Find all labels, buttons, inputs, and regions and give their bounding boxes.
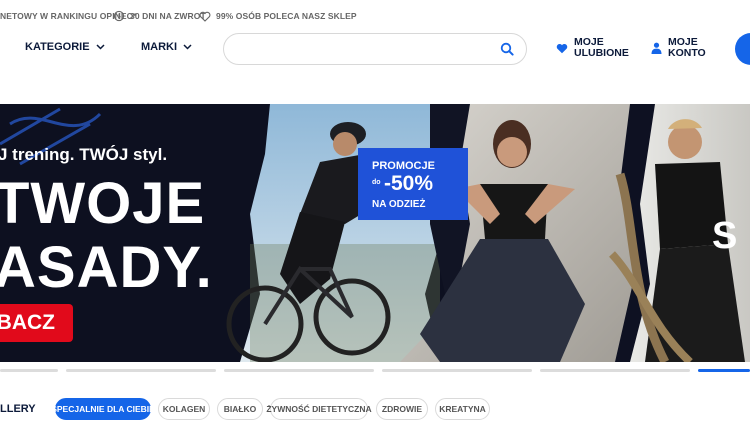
chip-specjalnie[interactable]: SPECJALNIE DLA CIEBIE — [51, 398, 155, 420]
chip-zywnosc[interactable]: ŻYWNOŚĆ DIETETYCZNA — [266, 398, 372, 420]
slider-dot-1[interactable] — [0, 369, 58, 372]
search-box — [223, 33, 527, 65]
banner-tagline: J trening. TWÓJ styl. — [0, 145, 168, 164]
promo-prefix: do — [372, 179, 381, 186]
heart-outline-icon — [199, 11, 211, 22]
chip-bialko[interactable]: BIAŁKO — [217, 398, 263, 420]
categories-label: KATEGORIE — [25, 41, 90, 53]
heart-icon — [556, 43, 568, 53]
search-icon[interactable] — [500, 42, 514, 56]
promo-badge: PROMOCJE do -50% NA ODZIEŻ — [358, 148, 468, 220]
slider-dot-5[interactable] — [540, 369, 690, 372]
recommend-info: 99% OSÓB POLECA NASZ SKLEP — [199, 11, 357, 22]
chevron-down-icon — [183, 44, 192, 50]
section-title: LLERY — [0, 403, 36, 415]
brands-label: MARKI — [141, 41, 178, 53]
bestsellers-section: LLERY SPECJALNIE DLA CIEBIE KOLAGEN BIAŁ… — [0, 398, 750, 422]
chip-kolagen[interactable]: KOLAGEN — [158, 398, 210, 420]
slider-dot-active[interactable] — [698, 369, 750, 372]
cta-label: BACZ — [0, 311, 55, 334]
account-link[interactable]: MOJE KONTO — [651, 37, 706, 59]
return-clock-icon — [113, 10, 125, 22]
banner-cta-button[interactable]: BACZ — [0, 304, 73, 342]
categories-menu[interactable]: KATEGORIE — [25, 41, 105, 53]
favorites-link[interactable]: MOJE ULUBIONE — [556, 37, 629, 59]
chip-kreatyna[interactable]: KREATYNA — [435, 398, 490, 420]
slider-dot-2[interactable] — [66, 369, 216, 372]
slider-dot-3[interactable] — [224, 369, 374, 372]
account-line2: KONTO — [668, 47, 706, 59]
top-info-strip: NETOWY W RANKINGU OPINEO* 30 DNI NA ZWRO… — [0, 0, 750, 32]
banner-right-partial: S — [712, 215, 738, 257]
returns-info: 30 DNI NA ZWROT — [113, 10, 206, 22]
brands-menu[interactable]: MARKI — [141, 41, 192, 53]
hero-banner[interactable]: J trening. TWÓJ styl. TWOJE ASADY. S PRO… — [0, 104, 750, 362]
main-header: KATEGORIE MARKI MOJE ULUBIONE MOJE KONTO — [0, 32, 750, 90]
chip-zdrowie[interactable]: ZDROWIE — [376, 398, 428, 420]
slider-dot-4[interactable] — [382, 369, 532, 372]
search-input[interactable] — [238, 41, 492, 55]
slider-indicators — [0, 369, 750, 373]
banner-headline-line1: TWOJE — [0, 171, 206, 236]
promo-discount: -50% — [384, 172, 434, 195]
returns-text: 30 DNI NA ZWROT — [130, 11, 206, 21]
user-icon — [651, 42, 662, 54]
cart-button[interactable] — [735, 33, 750, 65]
promo-line1: PROMOCJE — [372, 160, 435, 172]
promo-line3: NA ODZIEŻ — [372, 199, 426, 210]
chevron-down-icon — [96, 44, 105, 50]
recommend-text: 99% OSÓB POLECA NASZ SKLEP — [216, 11, 357, 21]
favorites-line2: ULUBIONE — [574, 47, 629, 59]
banner-headline-line2: ASADY. — [0, 235, 213, 300]
